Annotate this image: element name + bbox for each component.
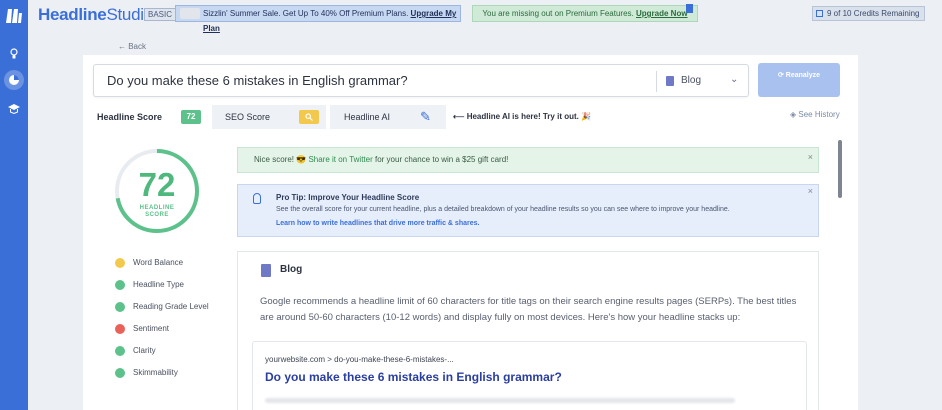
bookmark-icon	[686, 4, 693, 13]
promo-banner: Sizzlin' Summer Sale. Get Up To 40% Off …	[175, 5, 461, 33]
app-logo-icon[interactable]	[5, 8, 23, 24]
serp-url: yourwebsite.com > do-you-make-these-6-mi…	[265, 355, 454, 364]
headline-input[interactable]: Do you make these 6 mistakes in English …	[93, 64, 749, 97]
sentiment-icon	[115, 324, 125, 334]
metric-label: Headline Type	[133, 280, 184, 289]
see-history-label: See History	[798, 110, 840, 119]
top-bar: HeadlineStudio BASIC Sizzlin' Summer Sal…	[28, 0, 942, 33]
clarity-icon	[115, 346, 125, 356]
metric-label: Skimmability	[133, 368, 178, 377]
tab-headline-score[interactable]: Headline Score 72	[97, 105, 207, 129]
main-panel: Do you make these 6 mistakes in English …	[83, 55, 858, 410]
blog-card: Blog Google recommends a headline limit …	[237, 251, 819, 410]
pen-icon: ✎	[420, 109, 431, 124]
headline-score-value: 72	[138, 166, 176, 203]
metric-label: Word Balance	[133, 258, 184, 267]
input-divider	[656, 71, 657, 92]
serp-preview: yourwebsite.com > do-you-make-these-6-mi…	[252, 341, 807, 410]
brand-bold: Headline	[38, 5, 107, 24]
document-icon	[666, 76, 674, 86]
refresh-icon: ⟳	[777, 72, 786, 79]
share-twitter-link[interactable]: Share it on Twitter	[308, 155, 372, 164]
metric-label: Reading Grade Level	[133, 302, 209, 311]
tab-headline-score-label: Headline Score	[97, 112, 163, 122]
close-icon[interactable]: ×	[808, 145, 813, 169]
see-history-link[interactable]: ◈ See History	[790, 105, 840, 125]
promo-hand-icon	[180, 8, 200, 19]
headline-score-badge: 72	[181, 110, 201, 124]
promo-text: Sizzlin' Summer Sale. Get Up To 40% Off …	[203, 9, 409, 18]
lightbulb-icon	[253, 193, 261, 204]
metric-label: Sentiment	[133, 324, 170, 333]
headline-score-label: HEADLINE SCORE	[113, 205, 201, 219]
serp-title: Do you make these 6 mistakes in English …	[265, 370, 562, 384]
headline-type-icon	[115, 280, 125, 290]
tab-headline-ai-label: Headline AI	[344, 112, 391, 122]
pro-tip-link[interactable]: Learn how to write headlines that drive …	[276, 220, 479, 227]
tab-seo-score[interactable]: SEO Score	[212, 105, 326, 129]
tab-headline-ai[interactable]: Headline AI ✎	[330, 105, 446, 129]
reading-grade-icon	[115, 302, 125, 312]
serp-snippet-placeholder	[265, 398, 735, 403]
search-icon	[299, 110, 319, 124]
graduation-cap-nav-icon[interactable]	[7, 102, 21, 116]
tab-bar: Headline Score 72 SEO Score Headline AI …	[83, 105, 858, 131]
score-nav-icon[interactable]	[4, 70, 24, 90]
brand-logo[interactable]: HeadlineStudio	[38, 5, 153, 25]
credits-indicator[interactable]: 9 of 10 Credits Remaining	[812, 6, 925, 21]
blog-card-title: Blog	[280, 264, 303, 275]
document-icon	[261, 264, 271, 277]
alert-suffix: for your chance to win a $25 gift card!	[372, 155, 509, 164]
metric-label: Clarity	[133, 346, 156, 355]
back-link[interactable]: ← Back	[118, 42, 146, 51]
score-label-line2: SCORE	[145, 212, 169, 218]
upgrade-now-link[interactable]: Upgrade Now	[636, 9, 688, 18]
word-balance-icon	[115, 258, 125, 268]
credits-icon	[816, 10, 823, 17]
premium-banner: You are missing out on Premium Features.…	[472, 4, 698, 22]
tab-seo-score-label: SEO Score	[225, 112, 271, 122]
scrollbar-thumb[interactable]	[838, 140, 842, 198]
close-icon[interactable]: ×	[808, 186, 813, 196]
pro-tip-body: See the overall score for your current h…	[276, 206, 730, 213]
left-rail	[0, 0, 28, 410]
reanalyze-label: Reanalyze	[785, 72, 821, 79]
chevron-down-icon[interactable]: ⌄	[730, 74, 738, 85]
credits-text: 9 of 10 Credits Remaining	[827, 9, 920, 18]
share-alert: Nice score! 😎 Share it on Twitter for yo…	[237, 147, 819, 173]
headline-input-text: Do you make these 6 mistakes in English …	[107, 73, 408, 88]
skimmability-icon	[115, 368, 125, 378]
alert-prefix: Nice score! 😎	[254, 155, 307, 164]
headline-ai-note: ⟵ Headline AI is here! Try it out. 🎉	[453, 112, 592, 121]
score-label-line1: HEADLINE	[139, 205, 175, 211]
plan-badge: BASIC	[144, 8, 177, 21]
bulb-nav-icon[interactable]	[7, 47, 21, 61]
pro-tip-box: Pro Tip: Improve Your Headline Score See…	[237, 184, 819, 237]
reanalyze-button[interactable]: ⟳ Reanalyze	[758, 63, 840, 97]
blog-description: Google recommends a headline limit of 60…	[260, 296, 797, 323]
pro-tip-title: Pro Tip: Improve Your Headline Score	[276, 193, 420, 202]
premium-text: You are missing out on Premium Features.	[482, 9, 634, 18]
headline-type-select[interactable]: Blog	[681, 75, 701, 86]
